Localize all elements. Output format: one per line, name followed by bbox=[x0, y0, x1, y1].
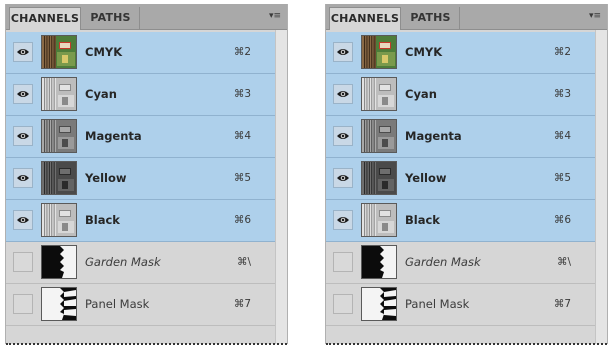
channel-name: Cyan bbox=[85, 87, 117, 101]
tab-channels[interactable]: CHANNELS bbox=[329, 7, 401, 30]
channel-row-garden-mask[interactable]: Garden Mask ⌘\ bbox=[6, 242, 275, 284]
channel-row-yellow[interactable]: Yellow ⌘5 bbox=[326, 158, 595, 200]
visibility-toggle[interactable] bbox=[13, 252, 33, 272]
channel-row-cmyk[interactable]: CMYK ⌘2 bbox=[326, 32, 595, 74]
channel-thumbnail bbox=[361, 245, 397, 279]
channel-name: Magenta bbox=[405, 129, 462, 143]
channel-shortcut: ⌘\ bbox=[556, 256, 571, 268]
panel-menu-icon[interactable]: ▾≡ bbox=[589, 11, 601, 21]
channel-row-panel-mask[interactable]: Panel Mask ⌘7 bbox=[326, 284, 595, 326]
eye-icon[interactable] bbox=[333, 168, 353, 188]
tab-paths[interactable]: PATHS bbox=[82, 7, 140, 30]
channel-row-garden-mask[interactable]: Garden Mask ⌘\ bbox=[326, 242, 595, 284]
channel-shortcut: ⌘6 bbox=[233, 214, 251, 226]
panel-tab-bar: CHANNELS PATHS ▾≡ bbox=[6, 4, 287, 30]
eye-icon[interactable] bbox=[333, 126, 353, 146]
channel-shortcut: ⌘2 bbox=[233, 46, 251, 58]
channel-thumbnail bbox=[361, 35, 397, 69]
channel-name: Garden Mask bbox=[405, 255, 481, 269]
visibility-toggle[interactable] bbox=[333, 294, 353, 314]
channel-name: Yellow bbox=[405, 171, 447, 185]
channel-shortcut: ⌘7 bbox=[553, 298, 571, 310]
channel-shortcut: ⌘3 bbox=[233, 88, 251, 100]
channel-thumbnail bbox=[361, 203, 397, 237]
scrollbar[interactable] bbox=[595, 30, 607, 344]
channel-row-panel-mask[interactable]: Panel Mask ⌘7 bbox=[6, 284, 275, 326]
channel-shortcut: ⌘5 bbox=[233, 172, 251, 184]
channel-thumbnail bbox=[41, 119, 77, 153]
channel-name: Cyan bbox=[405, 87, 437, 101]
channel-name: Garden Mask bbox=[85, 255, 161, 269]
channel-list: CMYK ⌘2 Cyan ⌘3 Magenta ⌘4 Yellow ⌘5 Bla… bbox=[6, 32, 275, 326]
channel-thumbnail bbox=[361, 287, 397, 321]
channel-thumbnail bbox=[41, 245, 77, 279]
channels-panel-left: CHANNELS PATHS ▾≡ CMYK ⌘2 Cyan ⌘3 Magent… bbox=[5, 4, 288, 345]
channel-row-black[interactable]: Black ⌘6 bbox=[6, 200, 275, 242]
channel-name: Magenta bbox=[85, 129, 142, 143]
channel-thumbnail bbox=[361, 77, 397, 111]
channel-thumbnail bbox=[361, 161, 397, 195]
channel-row-magenta[interactable]: Magenta ⌘4 bbox=[6, 116, 275, 158]
eye-icon[interactable] bbox=[333, 210, 353, 230]
channel-row-yellow[interactable]: Yellow ⌘5 bbox=[6, 158, 275, 200]
eye-icon[interactable] bbox=[333, 42, 353, 62]
channel-row-cmyk[interactable]: CMYK ⌘2 bbox=[6, 32, 275, 74]
eye-icon[interactable] bbox=[13, 42, 33, 62]
eye-icon[interactable] bbox=[13, 126, 33, 146]
channel-name: Black bbox=[85, 213, 120, 227]
panel-tab-bar: CHANNELS PATHS ▾≡ bbox=[326, 4, 607, 30]
panel-menu-icon[interactable]: ▾≡ bbox=[269, 11, 281, 21]
channels-panel-right: CHANNELS PATHS ▾≡ CMYK ⌘2 Cyan ⌘3 Magent… bbox=[325, 4, 608, 345]
channel-thumbnail bbox=[41, 77, 77, 111]
channel-list: CMYK ⌘2 Cyan ⌘3 Magenta ⌘4 Yellow ⌘5 Bla… bbox=[326, 32, 595, 326]
channel-thumbnail bbox=[41, 161, 77, 195]
crop-edge bbox=[326, 343, 607, 345]
channel-shortcut: ⌘2 bbox=[553, 46, 571, 58]
channel-thumbnail bbox=[41, 287, 77, 321]
eye-icon[interactable] bbox=[13, 84, 33, 104]
channel-shortcut: ⌘5 bbox=[553, 172, 571, 184]
channel-shortcut: ⌘3 bbox=[553, 88, 571, 100]
channel-shortcut: ⌘4 bbox=[553, 130, 571, 142]
channel-shortcut: ⌘7 bbox=[233, 298, 251, 310]
eye-icon[interactable] bbox=[13, 210, 33, 230]
crop-edge bbox=[6, 343, 287, 345]
channel-row-black[interactable]: Black ⌘6 bbox=[326, 200, 595, 242]
channel-name: Panel Mask bbox=[405, 297, 470, 311]
visibility-toggle[interactable] bbox=[13, 294, 33, 314]
channel-name: CMYK bbox=[85, 45, 123, 59]
channel-thumbnail bbox=[361, 119, 397, 153]
channel-thumbnail bbox=[41, 203, 77, 237]
tab-paths[interactable]: PATHS bbox=[402, 7, 460, 30]
eye-icon[interactable] bbox=[333, 84, 353, 104]
channel-row-cyan[interactable]: Cyan ⌘3 bbox=[6, 74, 275, 116]
channel-row-magenta[interactable]: Magenta ⌘4 bbox=[326, 116, 595, 158]
channel-name: Yellow bbox=[85, 171, 127, 185]
channel-name: Panel Mask bbox=[85, 297, 150, 311]
channel-name: CMYK bbox=[405, 45, 443, 59]
channel-shortcut: ⌘\ bbox=[236, 256, 251, 268]
tab-channels[interactable]: CHANNELS bbox=[9, 7, 81, 30]
channel-thumbnail bbox=[41, 35, 77, 69]
visibility-toggle[interactable] bbox=[333, 252, 353, 272]
scrollbar[interactable] bbox=[275, 30, 287, 344]
channel-shortcut: ⌘6 bbox=[553, 214, 571, 226]
channel-shortcut: ⌘4 bbox=[233, 130, 251, 142]
channel-name: Black bbox=[405, 213, 440, 227]
channel-row-cyan[interactable]: Cyan ⌘3 bbox=[326, 74, 595, 116]
eye-icon[interactable] bbox=[13, 168, 33, 188]
